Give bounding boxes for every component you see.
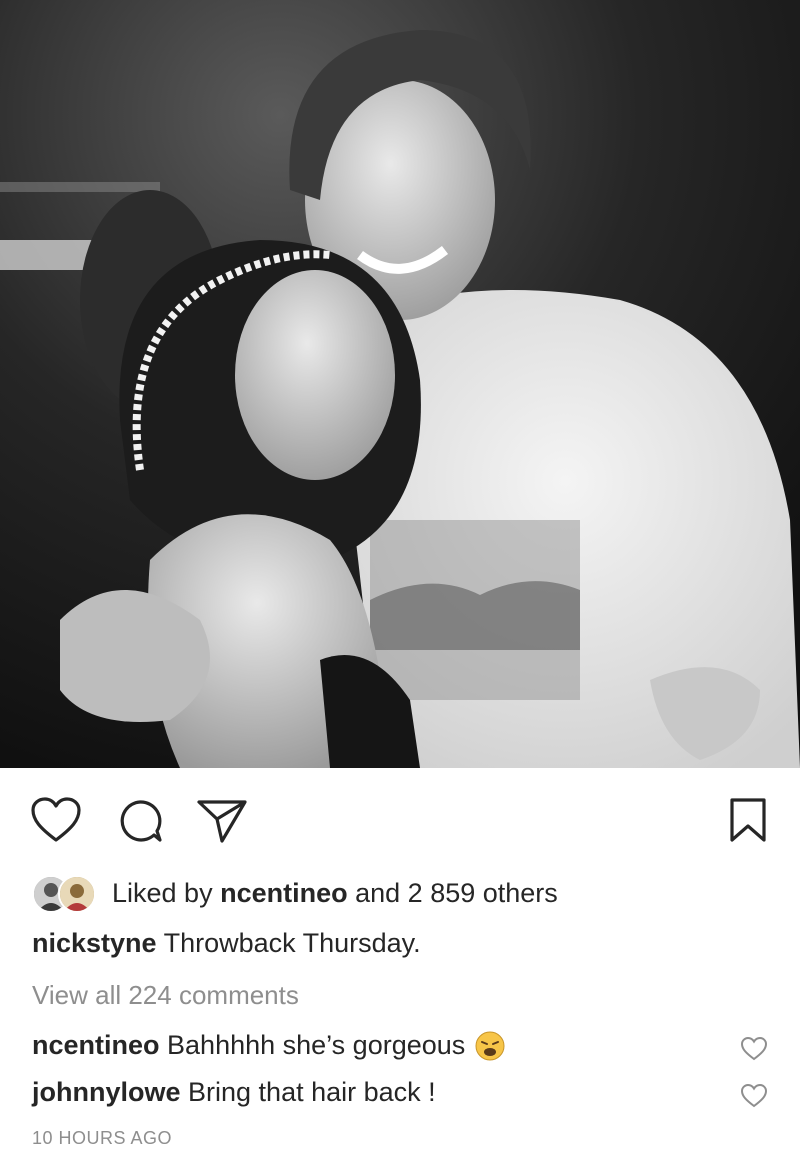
- view-all-comments-link[interactable]: View all 224 comments: [32, 980, 299, 1011]
- comment-text: Bring that hair back !: [188, 1077, 436, 1107]
- comment-row: johnnylowe Bring that hair back !: [32, 1077, 436, 1108]
- photo-illustration: [0, 0, 800, 768]
- action-bar: [0, 768, 800, 868]
- caption-username[interactable]: nickstyne: [32, 928, 157, 958]
- likes-row: Liked by ncentineo and 2 859 others: [32, 873, 558, 913]
- liker-avatars: [32, 875, 104, 913]
- bookmark-icon[interactable]: [728, 796, 768, 849]
- caption: nickstyne Throwback Thursday.: [32, 928, 421, 959]
- comment-like-heart-icon[interactable]: [740, 1036, 768, 1067]
- caption-text: Throwback Thursday.: [163, 928, 421, 958]
- liked-user-link[interactable]: ncentineo: [220, 878, 348, 909]
- comment-like-heart-icon[interactable]: [740, 1083, 768, 1114]
- comment-text: Bahhhhh she’s gorgeous: [167, 1030, 466, 1060]
- avatar: [58, 875, 96, 913]
- comment-icon[interactable]: [117, 798, 163, 849]
- liked-prefix: Liked by: [112, 877, 213, 908]
- liked-count[interactable]: and 2 859 others: [355, 878, 558, 909]
- weary-face-emoji: [475, 1031, 505, 1061]
- post-timestamp: 10 HOURS AGO: [32, 1128, 173, 1148]
- send-icon[interactable]: [196, 798, 248, 849]
- comment-username[interactable]: johnnylowe: [32, 1077, 181, 1108]
- heart-icon[interactable]: [30, 796, 82, 849]
- comment-username[interactable]: ncentineo: [32, 1030, 160, 1061]
- post-photo[interactable]: [0, 0, 800, 768]
- comment-row: ncentineo Bahhhhh she’s gorgeous: [32, 1030, 505, 1061]
